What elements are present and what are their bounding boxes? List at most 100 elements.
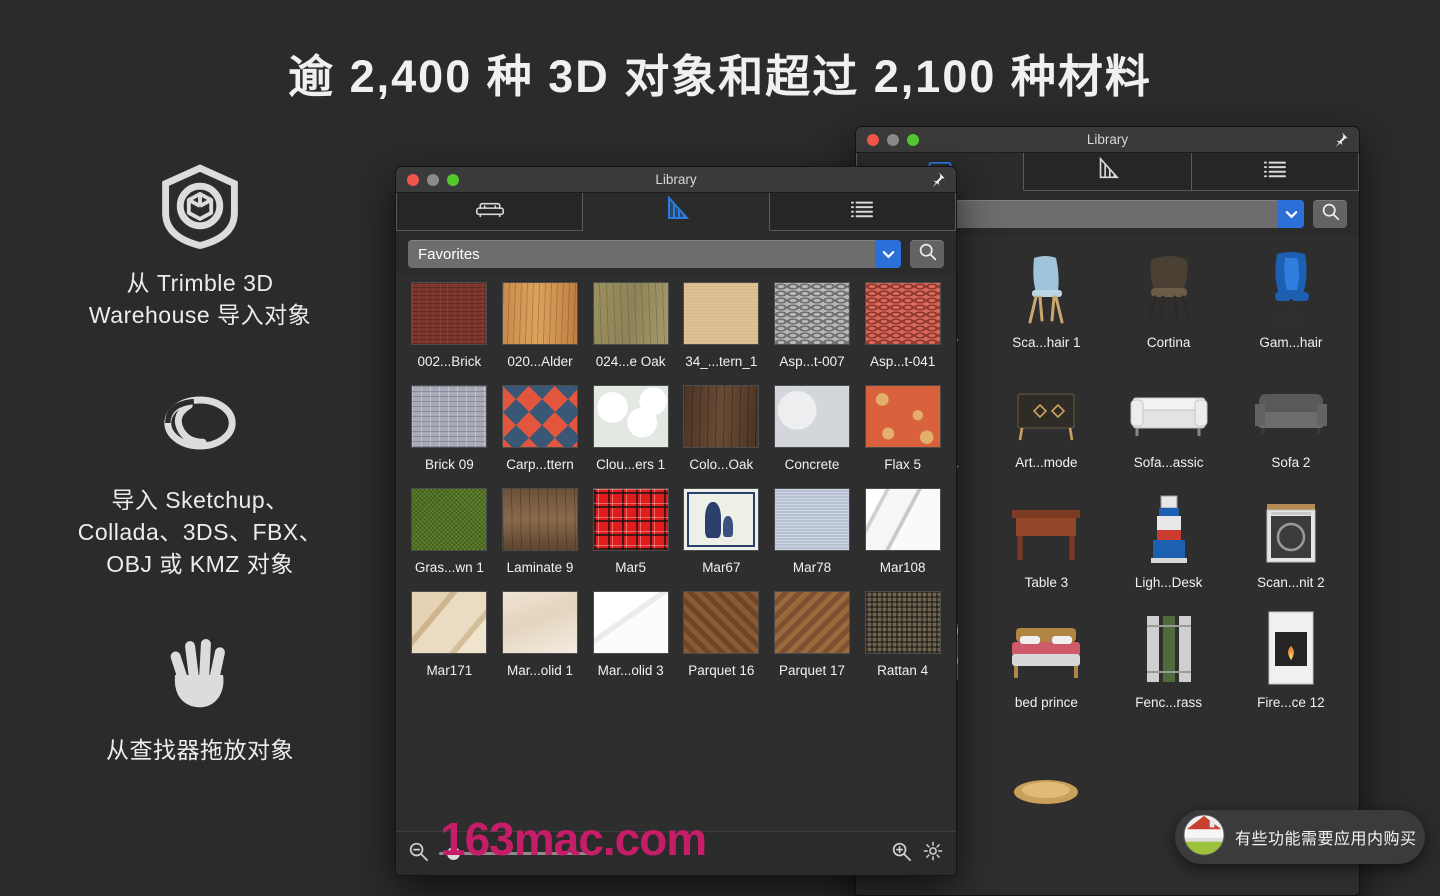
list-item[interactable]: Sofa...assic	[1111, 368, 1227, 470]
blank-thumbnail	[1123, 728, 1215, 806]
list-item[interactable]: Brick 09	[406, 385, 493, 472]
list-item[interactable]: Mar...olid 1	[497, 591, 584, 678]
material-swatch-icon	[661, 195, 691, 227]
list-item[interactable]: Parquet 16	[678, 591, 765, 678]
minimize-button[interactable]	[887, 133, 899, 146]
list-item[interactable]: Clou...ers 1	[587, 385, 674, 472]
titlebar-back[interactable]: Library	[856, 127, 1359, 153]
list-item[interactable]: Fenc...rass	[1111, 608, 1227, 710]
list-item[interactable]: Mar171	[406, 591, 493, 678]
list-item[interactable]: Parquet 17	[769, 591, 856, 678]
zoom-in-icon[interactable]	[891, 841, 912, 867]
list-item[interactable]: Ligh...Desk	[1111, 488, 1227, 590]
search-icon	[918, 242, 937, 266]
zoom-button[interactable]	[907, 133, 919, 146]
list-icon	[1262, 159, 1288, 184]
list-item[interactable]: Mar...olid 3	[587, 591, 674, 678]
zoom-button[interactable]	[447, 173, 459, 186]
item-label: Mar78	[792, 560, 832, 575]
search-button-front[interactable]	[910, 240, 944, 268]
tabbar-front[interactable]	[396, 193, 956, 231]
list-item[interactable]: Art...mode	[988, 368, 1104, 470]
list-item[interactable]	[988, 728, 1104, 815]
close-button[interactable]	[867, 133, 879, 146]
list-item[interactable]: Flax 5	[859, 385, 946, 472]
gear-icon[interactable]	[922, 840, 944, 867]
list-item[interactable]: Mar108	[859, 488, 946, 575]
material-swatch-parquet-herring2	[773, 591, 850, 654]
tab-materials-front[interactable]	[583, 193, 770, 231]
chevron-down-icon[interactable]	[875, 240, 901, 268]
list-item[interactable]: Gras...wn 1	[406, 488, 493, 575]
list-item[interactable]: Fire...ce 12	[1233, 608, 1349, 710]
list-item[interactable]	[1233, 728, 1349, 815]
tab-objects-front[interactable]	[396, 193, 584, 231]
tab-list-back[interactable]	[1191, 153, 1359, 191]
material-grid[interactable]: 002...Brick 020...Alder 024...e Oak 34_.…	[396, 276, 956, 678]
item-label: Fenc...rass	[1135, 695, 1203, 710]
rug-lamp-thumbnail	[1000, 728, 1092, 806]
list-item[interactable]: Carp...ttern	[497, 385, 584, 472]
material-swatch-wood-dark	[683, 385, 760, 448]
item-label: 024...e Oak	[595, 354, 666, 369]
traffic-lights-front[interactable]	[396, 173, 459, 186]
list-item[interactable]: 34_...tern_1	[678, 282, 765, 369]
list-item[interactable]: 020...Alder	[497, 282, 584, 369]
list-item[interactable]	[1111, 728, 1227, 815]
list-item[interactable]: Gam...hair	[1233, 248, 1349, 350]
close-button[interactable]	[407, 173, 419, 186]
item-label: Cortina	[1146, 335, 1191, 350]
list-item[interactable]: Mar78	[769, 488, 856, 575]
list-item[interactable]: Mar5	[587, 488, 674, 575]
feature-label-warehouse: 从 Trimble 3D Warehouse 导入对象	[88, 270, 312, 328]
list-item[interactable]: Concrete	[769, 385, 856, 472]
category-dropdown-front[interactable]: Favorites	[408, 240, 901, 268]
sketchup-ring-icon	[30, 377, 370, 469]
list-item[interactable]: Cortina	[1111, 248, 1227, 350]
list-item[interactable]: Table 3	[988, 488, 1104, 590]
library-window-front[interactable]: Library Favorites 002...Brick 020...Alde…	[395, 166, 957, 876]
material-swatch-sand	[683, 282, 760, 345]
window-title-front: Library	[655, 172, 697, 187]
item-label: Rattan 4	[877, 663, 929, 678]
item-label: Gras...wn 1	[414, 560, 484, 575]
pin-icon[interactable]	[929, 171, 946, 193]
material-swatch-marble-white	[864, 488, 941, 551]
list-item[interactable]: Laminate 9	[497, 488, 584, 575]
minimize-button[interactable]	[427, 173, 439, 186]
list-item[interactable]: Asp...t-007	[769, 282, 856, 369]
list-item[interactable]: Mar67	[678, 488, 765, 575]
titlebar-front[interactable]: Library	[396, 167, 956, 193]
list-item[interactable]: Rattan 4	[859, 591, 946, 678]
chevron-down-icon[interactable]	[1278, 200, 1304, 228]
zoom-out-icon[interactable]	[408, 841, 429, 867]
item-label: Asp...t-041	[870, 354, 936, 369]
tab-materials-back[interactable]	[1024, 153, 1192, 191]
item-label: Laminate 9	[506, 560, 574, 575]
traffic-lights-back[interactable]	[856, 133, 919, 146]
list-item[interactable]: Scan...nit 2	[1233, 488, 1349, 590]
list-item[interactable]: Sca...hair 1	[988, 248, 1104, 350]
list-item[interactable]: bed prince	[988, 608, 1104, 710]
list-item[interactable]: 024...e Oak	[587, 282, 674, 369]
tab-list-front[interactable]	[769, 193, 956, 231]
fireplace-thumbnail	[1245, 608, 1337, 686]
search-button-back[interactable]	[1313, 200, 1347, 228]
material-swatch-concrete	[773, 385, 850, 448]
pin-icon[interactable]	[1332, 131, 1349, 153]
list-item[interactable]: Sofa 2	[1233, 368, 1349, 470]
feature-label-drag: 从查找器拖放对象	[106, 736, 294, 763]
cortina-chair-thumbnail	[1123, 248, 1215, 326]
in-app-purchase-toast[interactable]: 有些功能需要应用内购买	[1175, 810, 1425, 864]
list-item[interactable]: 002...Brick	[406, 282, 493, 369]
fence-grass-thumbnail	[1123, 608, 1215, 686]
material-swatch-clouds-white	[592, 385, 669, 448]
material-swatch-grass-green	[411, 488, 488, 551]
item-label: Brick 09	[424, 457, 474, 472]
feature-item-import: 导入 Sketchup、 Collada、3DS、FBX、 OBJ 或 KMZ …	[30, 377, 370, 580]
list-item[interactable]: Colo...Oak	[678, 385, 765, 472]
watermark: 163mac.com	[440, 813, 707, 865]
item-label: Flax 5	[884, 457, 922, 472]
list-item[interactable]: Asp...t-041	[859, 282, 946, 369]
searchrow-front[interactable]: Favorites	[396, 231, 956, 276]
